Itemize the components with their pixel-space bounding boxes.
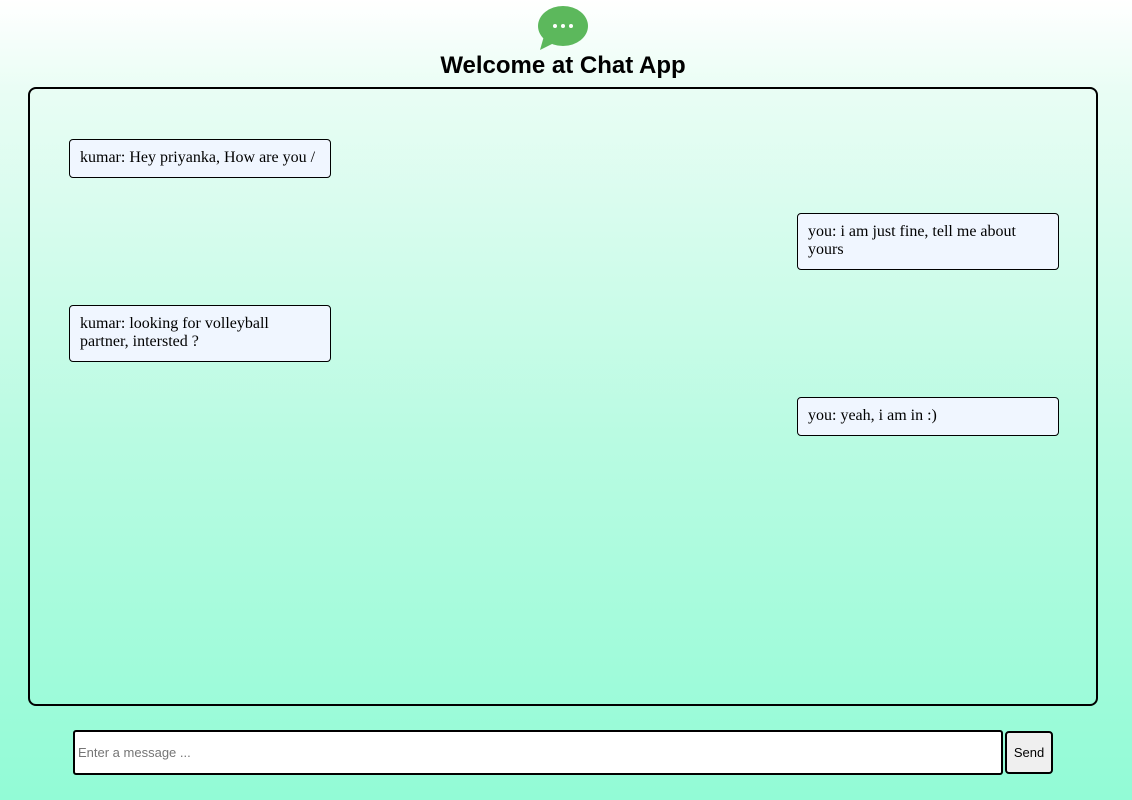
message-received: kumar: looking for volleyball partner, i… [69, 305, 331, 362]
message-received: kumar: Hey priyanka, How are you / [69, 139, 331, 178]
chat-messages-panel[interactable]: kumar: Hey priyanka, How are you / you: … [28, 87, 1098, 706]
message-sent: you: yeah, i am in :) [797, 397, 1059, 436]
message-sent: you: i am just fine, tell me about yours [797, 213, 1059, 270]
page-title: Welcome at Chat App [440, 52, 686, 79]
message-input[interactable] [73, 730, 1003, 775]
chat-bubble-icon [538, 6, 588, 50]
send-button[interactable]: Send [1005, 731, 1053, 774]
